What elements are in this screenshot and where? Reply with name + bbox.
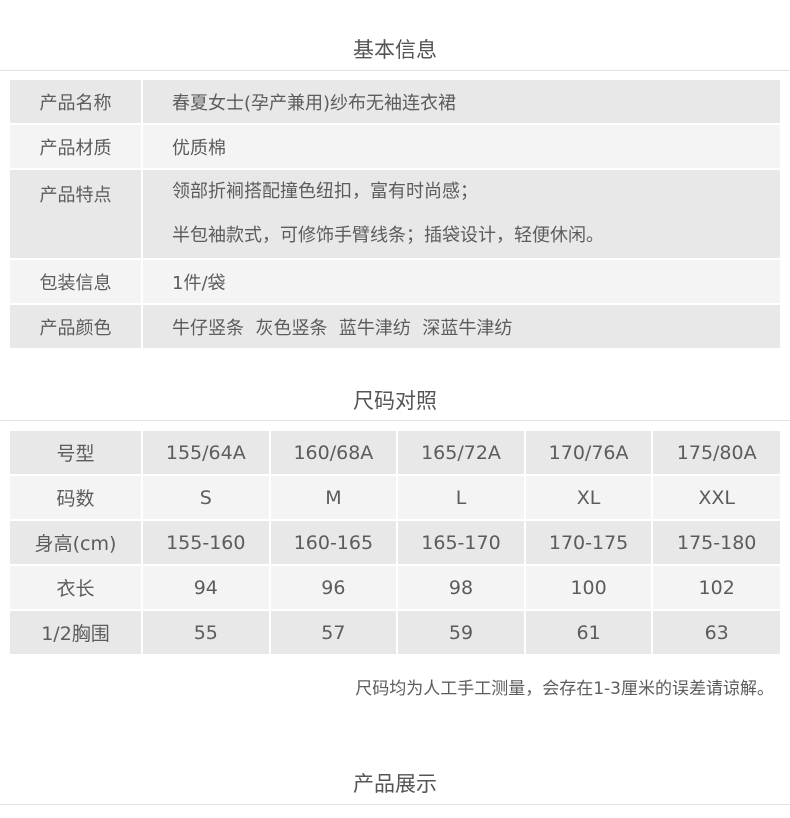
product-colors-value: 牛仔竖条 灰色竖条 蓝牛津纺 深蓝牛津纺	[142, 304, 780, 350]
size-cell: 63	[652, 610, 780, 656]
size-cell: 160/68A	[269, 431, 399, 476]
size-cell: 155-160	[142, 520, 271, 566]
size-cell: 61	[524, 610, 654, 656]
product-features-value: 领部折裥搭配撞色纽扣，富有时尚感； 半包袖款式，可修饰手臂线条；插袋设计，轻便休…	[142, 169, 780, 260]
size-cell: 170/76A	[524, 431, 654, 476]
product-name-value: 春夏女士(孕产兼用)纱布无袖连衣裙	[142, 80, 780, 125]
basic-info-divider	[0, 70, 790, 71]
size-cell: 94	[142, 565, 271, 611]
size-row-label: 1/2胸围	[10, 610, 143, 656]
feature-line: 领部折裥搭配撞色纽扣，富有时尚感；	[172, 181, 478, 202]
size-row-label: 身高(cm)	[10, 520, 143, 566]
size-row-label: 衣长	[10, 565, 143, 611]
size-cell: 98	[397, 565, 526, 611]
info-row-material: 产品材质 优质棉	[10, 124, 780, 170]
product-material-value: 优质棉	[142, 124, 780, 170]
info-row-name: 产品名称 春夏女士(孕产兼用)纱布无袖连衣裙	[10, 80, 780, 125]
size-row-label: 号型	[10, 431, 143, 476]
size-cell: XXL	[652, 475, 780, 521]
product-show-title: 产品展示	[353, 772, 437, 796]
basic-info-title: 基本信息	[353, 38, 437, 62]
size-cell: 170-175	[524, 520, 654, 566]
info-row-features: 产品特点 领部折裥搭配撞色纽扣，富有时尚感； 半包袖款式，可修饰手臂线条；插袋设…	[10, 169, 780, 260]
product-show-divider	[0, 804, 790, 805]
feature-line: 半包袖款式，可修饰手臂线条；插袋设计，轻便休闲。	[172, 225, 604, 246]
size-chart-divider	[0, 420, 790, 421]
size-chart-title: 尺码对照	[353, 389, 437, 413]
size-row-label: 码数	[10, 475, 143, 521]
size-cell: XL	[524, 475, 654, 521]
size-row: 1/2胸围 55 57 59 61 63	[10, 610, 780, 656]
size-cell: 96	[269, 565, 399, 611]
size-cell: 57	[269, 610, 399, 656]
product-colors-label: 产品颜色	[10, 304, 143, 350]
size-cell: 155/64A	[142, 431, 271, 476]
product-name-label: 产品名称	[10, 80, 143, 125]
size-cell: 59	[397, 610, 526, 656]
size-cell: 102	[652, 565, 780, 611]
size-chart-table: 号型 155/64A 160/68A 165/72A 170/76A 175/8…	[10, 431, 780, 656]
size-cell: 160-165	[269, 520, 399, 566]
size-cell: M	[269, 475, 399, 521]
size-row: 身高(cm) 155-160 160-165 165-170 170-175 1…	[10, 520, 780, 566]
info-row-packaging: 包装信息 1件/袋	[10, 259, 780, 305]
size-cell: L	[397, 475, 526, 521]
size-row: 号型 155/64A 160/68A 165/72A 170/76A 175/8…	[10, 431, 780, 476]
size-cell: 165/72A	[397, 431, 526, 476]
product-features-label: 产品特点	[10, 169, 143, 260]
basic-info-table: 产品名称 春夏女士(孕产兼用)纱布无袖连衣裙 产品材质 优质棉 产品特点 领部折…	[10, 80, 780, 350]
size-cell: 100	[524, 565, 654, 611]
size-cell: S	[142, 475, 271, 521]
size-row: 衣长 94 96 98 100 102	[10, 565, 780, 611]
packaging-label: 包装信息	[10, 259, 143, 305]
product-material-label: 产品材质	[10, 124, 143, 170]
size-chart-note: 尺码均为人工手工测量，会存在1-3厘米的误差请谅解。	[355, 679, 774, 699]
size-row: 码数 S M L XL XXL	[10, 475, 780, 521]
info-row-colors: 产品颜色 牛仔竖条 灰色竖条 蓝牛津纺 深蓝牛津纺	[10, 304, 780, 350]
size-cell: 175-180	[652, 520, 780, 566]
packaging-value: 1件/袋	[142, 259, 780, 305]
size-cell: 55	[142, 610, 271, 656]
size-cell: 165-170	[397, 520, 526, 566]
size-cell: 175/80A	[652, 431, 780, 476]
